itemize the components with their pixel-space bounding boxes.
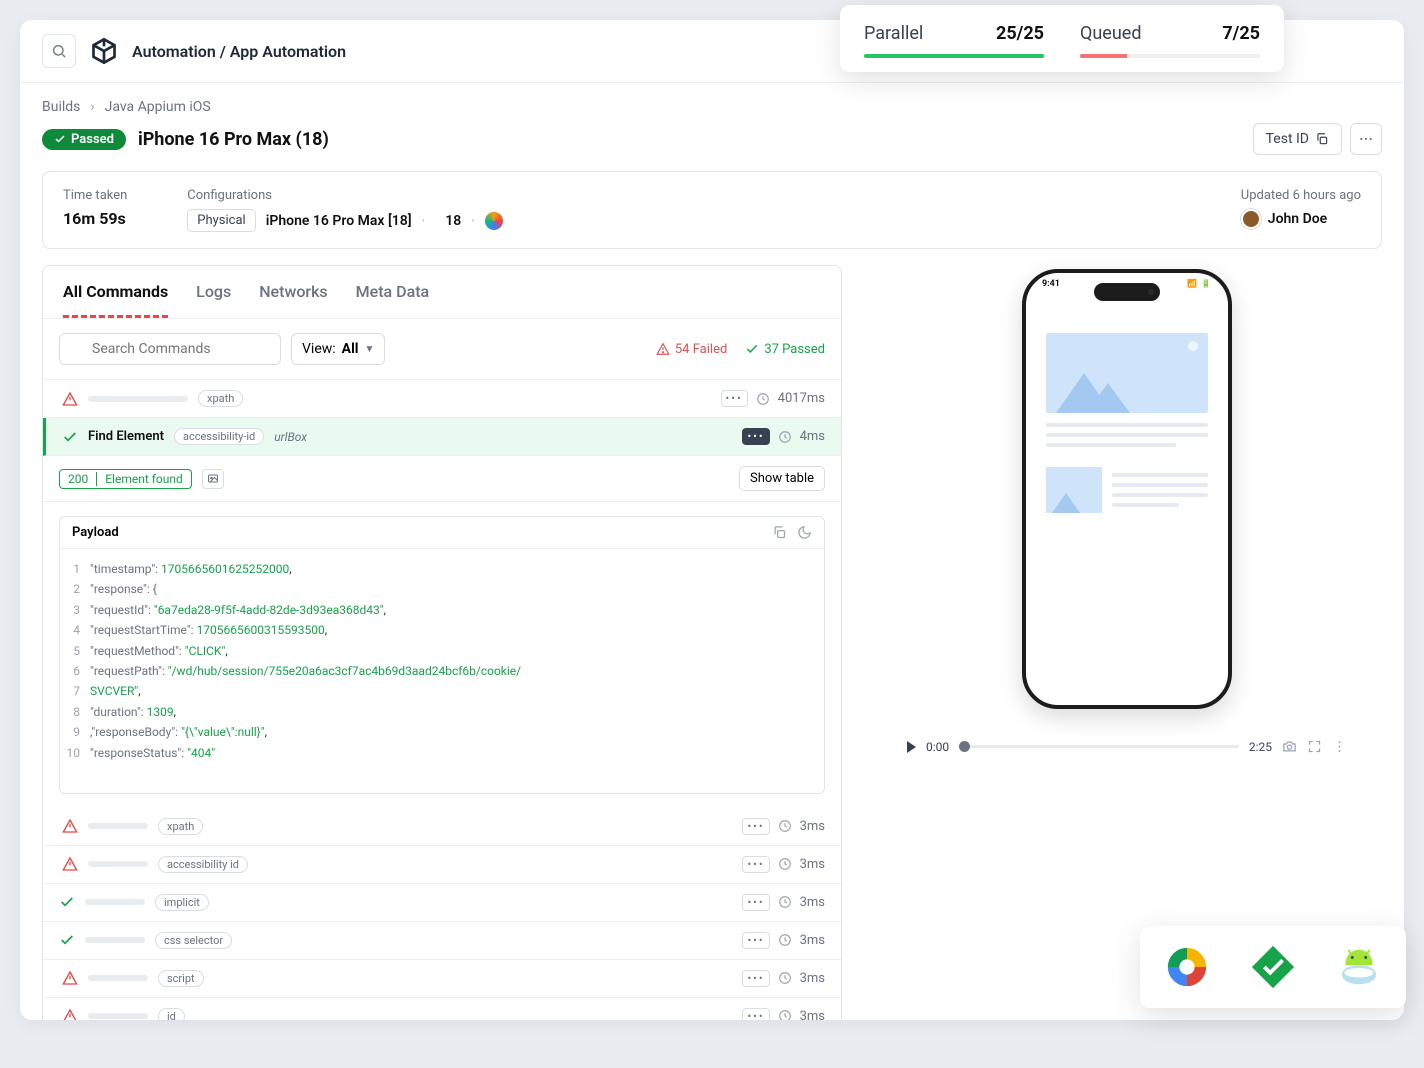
- warning-icon: [62, 391, 78, 407]
- queue-stats-card: Parallel 25/25 Queued 7/25: [840, 5, 1284, 72]
- more-menu-button[interactable]: [1350, 123, 1382, 155]
- strategy-pill: accessibility-id: [174, 428, 264, 445]
- os-version: 18: [445, 213, 461, 229]
- failed-count: 54 Failed: [656, 342, 727, 357]
- clock-icon: [778, 430, 792, 444]
- tab-all-commands[interactable]: All Commands: [63, 266, 168, 318]
- command-row[interactable]: id•••3ms: [43, 998, 841, 1020]
- updated-label: Updated 6 hours ago: [1241, 188, 1361, 203]
- video-scrubber[interactable]: [959, 745, 1239, 748]
- configurations-label: Configurations: [187, 188, 503, 203]
- command-row[interactable]: accessibility id•••3ms: [43, 846, 841, 884]
- parallel-value: 25/25: [996, 23, 1044, 44]
- command-row[interactable]: xpath ••• 4017ms: [43, 380, 841, 418]
- tab-networks[interactable]: Networks: [259, 266, 327, 318]
- copy-icon[interactable]: [772, 525, 787, 540]
- avatar: [1241, 209, 1261, 229]
- product-logo-icon: [90, 37, 118, 65]
- command-row[interactable]: css selector•••3ms: [43, 922, 841, 960]
- platforms-card: [1140, 926, 1406, 1008]
- check-icon: [62, 429, 78, 445]
- crumb-current: Java Appium iOS: [105, 99, 211, 115]
- phone-clock: 9:41: [1042, 279, 1060, 289]
- command-response-bar: 200Element found Show table: [43, 456, 841, 502]
- tab-logs[interactable]: Logs: [196, 266, 231, 318]
- commands-panel: All Commands Logs Networks Meta Data Vie…: [42, 265, 842, 1020]
- tab-metadata[interactable]: Meta Data: [356, 266, 430, 318]
- time-taken-value: 16m 59s: [63, 209, 127, 228]
- device-preview: 9:41 📶 🔋: [1022, 269, 1232, 709]
- queued-value: 7/25: [1222, 23, 1260, 44]
- color-wheel-icon: [485, 212, 503, 230]
- passed-count: 37 Passed: [745, 342, 825, 357]
- parallel-label: Parallel: [864, 23, 923, 44]
- video-current-time: 0:00: [926, 740, 949, 754]
- device-name: iPhone 16 Pro Max [18]: [266, 213, 412, 229]
- breadcrumb: Builds › Java Appium iOS: [42, 99, 1382, 115]
- color-wheel-icon: [1164, 944, 1210, 990]
- row-menu-button[interactable]: •••: [721, 390, 748, 407]
- chevron-right-icon: ›: [90, 99, 94, 115]
- global-search-button[interactable]: [42, 34, 76, 68]
- moon-icon[interactable]: [797, 525, 812, 540]
- chevron-down-icon: ▼: [364, 344, 374, 355]
- more-icon[interactable]: [1332, 739, 1347, 754]
- command-row-expanded[interactable]: Find Element accessibility-id urlBox •••…: [43, 418, 841, 456]
- crumb-root[interactable]: Builds: [42, 99, 80, 115]
- row-menu-button[interactable]: •••: [742, 428, 769, 445]
- command-row[interactable]: script•••3ms: [43, 960, 841, 998]
- status-badge: Passed: [42, 129, 126, 150]
- app-breadcrumb: Automation / App Automation: [132, 42, 346, 61]
- payload-block: Payload 1"timestamp": 170566560162525200…: [59, 516, 825, 794]
- camera-icon[interactable]: [1282, 739, 1297, 754]
- test-id-button[interactable]: Test ID: [1253, 123, 1342, 155]
- screenshot-thumb-icon[interactable]: [202, 469, 224, 489]
- fullscreen-icon[interactable]: [1307, 739, 1322, 754]
- play-button[interactable]: [907, 741, 916, 753]
- view-filter-button[interactable]: View: All ▼: [291, 333, 385, 365]
- search-commands-input[interactable]: [59, 333, 281, 365]
- user-name: John Doe: [1268, 211, 1327, 227]
- selector-pill: xpath: [198, 390, 243, 407]
- video-duration: 2:25: [1249, 740, 1272, 754]
- phone-status-icons: 📶 🔋: [1187, 279, 1212, 289]
- locator-value: urlBox: [274, 430, 307, 444]
- check-diamond-icon: [1250, 944, 1296, 990]
- command-row[interactable]: xpath•••3ms: [43, 808, 841, 846]
- show-table-button[interactable]: Show table: [739, 466, 825, 491]
- android-icon: [1336, 944, 1382, 990]
- payload-code: 1"timestamp": 1705665601625252000,2 "res…: [60, 549, 824, 793]
- page-title: iPhone 16 Pro Max (18): [138, 129, 329, 150]
- payload-title: Payload: [72, 525, 119, 540]
- clock-icon: [756, 392, 770, 406]
- command-name: Find Element: [88, 429, 164, 444]
- queued-bar: [1080, 54, 1127, 58]
- parallel-bar: [864, 54, 1044, 58]
- video-controls: 0:00 2:25: [907, 739, 1347, 754]
- command-row[interactable]: implicit•••3ms: [43, 884, 841, 922]
- queued-label: Queued: [1080, 23, 1141, 44]
- copy-icon: [1315, 132, 1329, 146]
- summary-card: Time taken 16m 59s Configurations Physic…: [42, 171, 1382, 249]
- physical-chip: Physical: [187, 209, 255, 232]
- time-taken-label: Time taken: [63, 188, 127, 203]
- response-badge: 200Element found: [59, 469, 192, 489]
